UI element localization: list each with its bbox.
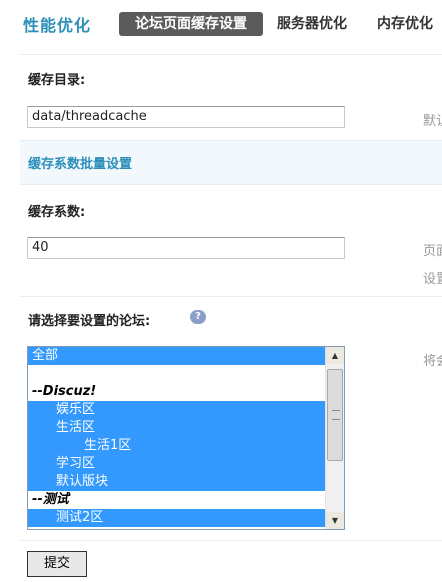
forum-option[interactable]: 娱乐区 bbox=[28, 401, 325, 419]
tab-server-optimization[interactable]: 服务器优化 bbox=[277, 12, 347, 36]
divider bbox=[20, 540, 442, 541]
help-bubble-icon[interactable]: ? bbox=[190, 310, 206, 324]
forum-option[interactable]: 全部 bbox=[28, 347, 325, 365]
submit-button[interactable]: 提交 bbox=[27, 551, 87, 577]
forum-select-tip: 将会 bbox=[423, 354, 442, 369]
scrollbar-thumb[interactable] bbox=[327, 369, 343, 461]
forum-option bbox=[28, 365, 325, 383]
section-title: 缓存系数批量设置 bbox=[28, 157, 133, 172]
divider bbox=[20, 296, 442, 297]
cache-factor-tip-line2: 设置 bbox=[423, 272, 442, 287]
tab-bar: 性能优化 论坛页面缓存设置 服务器优化 内存优化 bbox=[0, 0, 442, 48]
scrollbar-grip-icon bbox=[332, 410, 340, 420]
cache-factor-input[interactable]: 40 bbox=[27, 237, 345, 259]
forum-option[interactable]: 默认版块 bbox=[28, 473, 325, 491]
forum-multiselect[interactable]: 全部 --Discuz! 娱乐区 生活区 生活1区 学习区 默认版块 --测试 测试2区 ▲ ▼ bbox=[27, 346, 345, 530]
cache-dir-label: 缓存目录: bbox=[28, 73, 86, 88]
cache-factor-tip-line1: 页面 bbox=[423, 244, 442, 259]
cache-dir-tip: 默认 bbox=[423, 114, 442, 129]
forum-option[interactable]: 生活1区 bbox=[28, 437, 325, 455]
scroll-up-arrow-icon[interactable]: ▲ bbox=[326, 347, 344, 364]
section-header: 缓存系数批量设置 bbox=[20, 140, 442, 185]
forum-option-group[interactable]: --Discuz! bbox=[28, 383, 325, 401]
forum-select-label: 请选择要设置的论坛: bbox=[28, 314, 151, 329]
forum-option[interactable]: 测试2区 bbox=[28, 509, 325, 527]
divider bbox=[20, 54, 442, 55]
tab-memory-optimization[interactable]: 内存优化 bbox=[377, 12, 433, 36]
forum-option-group[interactable]: --测试 bbox=[28, 491, 325, 509]
scroll-down-arrow-icon[interactable]: ▼ bbox=[326, 512, 344, 529]
forum-options-list: 全部 --Discuz! 娱乐区 生活区 生活1区 学习区 默认版块 --测试 测试2区 bbox=[28, 347, 325, 527]
forum-option[interactable]: 生活区 bbox=[28, 419, 325, 437]
cache-dir-input[interactable]: data/threadcache bbox=[27, 106, 345, 128]
forum-option[interactable]: 学习区 bbox=[28, 455, 325, 473]
page-title: 性能优化 bbox=[23, 16, 92, 35]
cache-factor-label: 缓存系数: bbox=[28, 205, 86, 220]
tab-forum-page-cache[interactable]: 论坛页面缓存设置 bbox=[119, 12, 263, 36]
scrollbar[interactable]: ▲ ▼ bbox=[325, 347, 344, 529]
